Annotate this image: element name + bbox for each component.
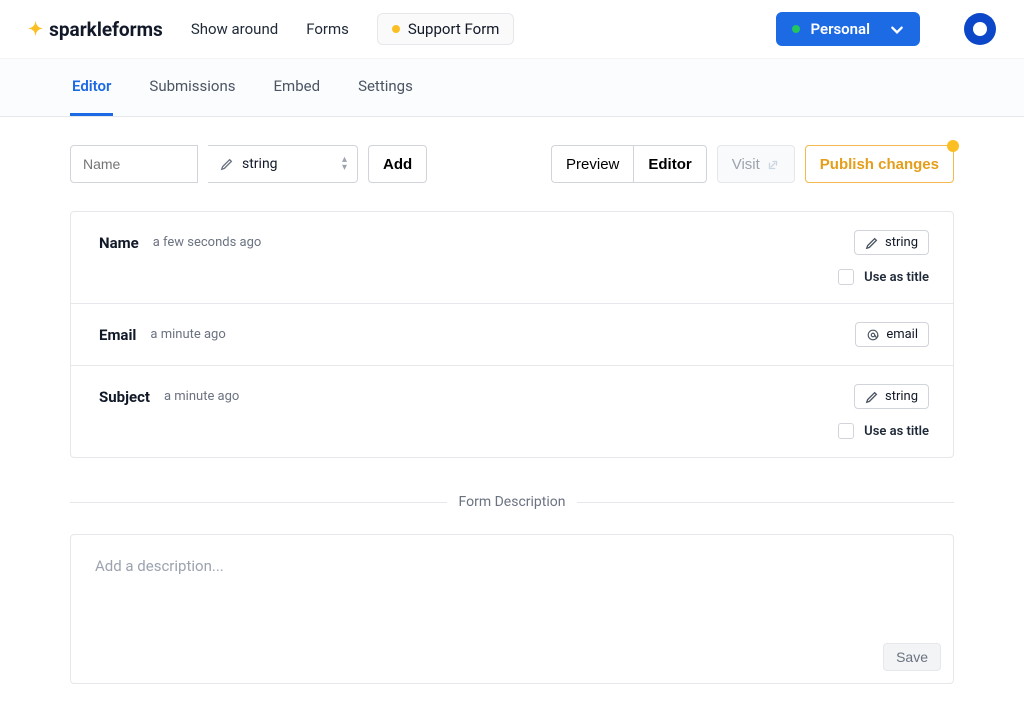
tab-settings[interactable]: Settings — [356, 59, 415, 116]
description-textarea[interactable] — [95, 557, 929, 647]
brand-logo[interactable]: ✦ sparkleforms — [28, 18, 163, 41]
at-icon — [866, 327, 880, 342]
use-as-title-label: Use as title — [864, 424, 929, 439]
field-type-label: string — [885, 235, 918, 250]
pencil-icon — [865, 389, 879, 404]
type-select-value: string — [242, 156, 278, 172]
save-description-button[interactable]: Save — [883, 643, 941, 671]
field-timestamp: a minute ago — [150, 327, 225, 342]
add-field-button[interactable]: Add — [368, 145, 427, 183]
field-row[interactable]: Email a minute ago email — [71, 304, 953, 366]
visit-label: Visit — [732, 156, 760, 173]
publish-button[interactable]: Publish changes — [805, 145, 954, 183]
new-field-name-input[interactable] — [70, 145, 198, 183]
tab-editor[interactable]: Editor — [70, 59, 113, 116]
avatar-inner — [973, 22, 987, 36]
editor-button[interactable]: Editor — [633, 145, 706, 183]
workspace-button[interactable]: Personal — [776, 12, 920, 46]
avatar[interactable] — [964, 13, 996, 45]
use-as-title-checkbox[interactable] — [838, 269, 854, 285]
visit-button[interactable]: Visit — [717, 145, 795, 183]
section-divider: Form Description — [70, 494, 954, 510]
field-timestamp: a minute ago — [164, 389, 239, 404]
field-type-pill[interactable]: email — [855, 322, 929, 347]
field-type-pill[interactable]: string — [854, 230, 929, 255]
workspace-label: Personal — [810, 20, 870, 38]
link-icon — [766, 156, 780, 173]
field-name: Subject — [99, 388, 150, 406]
current-form-name: Support Form — [408, 20, 500, 38]
current-form-chip[interactable]: Support Form — [377, 13, 515, 45]
field-name: Email — [99, 326, 136, 344]
view-toggle-group: Preview Editor — [551, 145, 707, 183]
brand-name: sparkleforms — [49, 18, 163, 41]
nav-show-around[interactable]: Show around — [191, 20, 278, 38]
unsaved-changes-dot-icon — [947, 140, 959, 152]
pencil-icon — [220, 156, 234, 172]
use-as-title-checkbox[interactable] — [838, 423, 854, 439]
section-divider-label: Form Description — [459, 494, 566, 510]
pencil-icon — [865, 235, 879, 250]
field-timestamp: a few seconds ago — [153, 235, 262, 250]
field-list: Name a few seconds ago string Use as tit… — [70, 211, 954, 458]
field-type-pill[interactable]: string — [854, 384, 929, 409]
tab-submissions[interactable]: Submissions — [147, 59, 237, 116]
nav-forms[interactable]: Forms — [306, 20, 349, 38]
sparkle-icon: ✦ — [28, 19, 43, 40]
select-chevron-icon: ▴▾ — [342, 156, 347, 172]
dot-icon — [392, 25, 400, 33]
chevron-down-icon — [890, 20, 904, 38]
status-dot-icon — [792, 25, 800, 33]
use-as-title-label: Use as title — [864, 270, 929, 285]
tab-embed[interactable]: Embed — [272, 59, 323, 116]
description-box: Save — [70, 534, 954, 684]
field-type-label: string — [885, 389, 918, 404]
field-row[interactable]: Name a few seconds ago string Use as tit… — [71, 212, 953, 304]
field-type-label: email — [886, 327, 918, 342]
preview-button[interactable]: Preview — [551, 145, 633, 183]
field-row[interactable]: Subject a minute ago string Use as title — [71, 366, 953, 457]
publish-label: Publish changes — [820, 156, 939, 173]
new-field-type-select[interactable]: string ▴▾ — [208, 145, 358, 183]
field-name: Name — [99, 234, 139, 252]
